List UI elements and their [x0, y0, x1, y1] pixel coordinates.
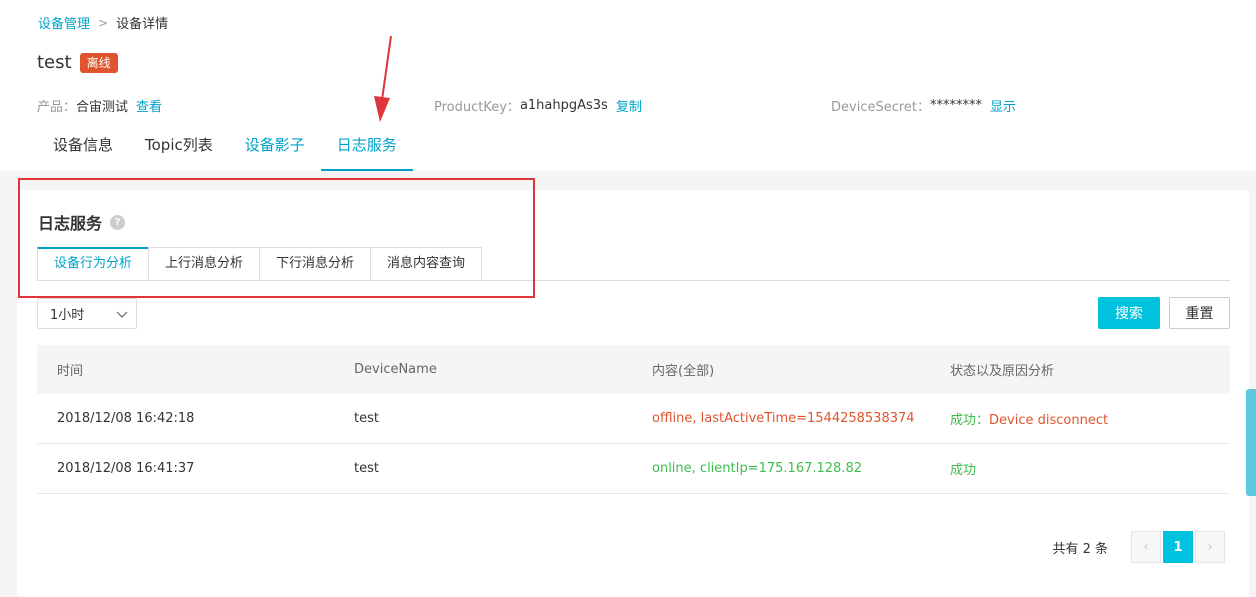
table-row: 2018/12/08 16:42:18 test offline, lastAc… [37, 394, 1230, 444]
product-value: 合宙测试 [76, 100, 129, 115]
meta-devicesecret: DeviceSecret： ******** 显示 [831, 96, 1016, 115]
subtab-message-query[interactable]: 消息内容查询 [370, 247, 483, 281]
page-title: test [37, 52, 72, 73]
breadcrumb: 设备管理 > 设备详情 [38, 13, 169, 33]
time-range-select[interactable]: 1小时 [37, 298, 137, 329]
cell-content: online, clientIp=175.167.128.82 [652, 461, 862, 476]
section-title: 日志服务 ? [38, 210, 126, 234]
table-row: 2018/12/08 16:41:37 test online, clientI… [37, 444, 1230, 494]
breadcrumb-current: 设备详情 [116, 17, 169, 32]
detail-tabs: 设备信息 Topic列表 设备影子 日志服务 [37, 125, 413, 171]
breadcrumb-device-management[interactable]: 设备管理 [38, 13, 90, 32]
productkey-label: ProductKey： [434, 100, 520, 115]
productkey-value: a1hahpgAs3s [519, 98, 608, 113]
header-device-name: DeviceName [354, 362, 437, 377]
question-icon[interactable]: ? [110, 214, 126, 230]
status-badge: 离线 [79, 52, 118, 73]
annotation-arrow-icon [374, 35, 392, 122]
subtab-upstream[interactable]: 上行消息分析 [148, 247, 261, 281]
cell-device: test [354, 411, 379, 426]
product-label: 产品： [37, 100, 77, 115]
cell-content: offline, lastActiveTime=1544258538374 [652, 411, 915, 426]
pagination-total: 共有 2 条 [1052, 541, 1108, 557]
chevron-down-icon [116, 311, 128, 318]
devicesecret-value: ******** [930, 98, 983, 113]
log-table: 时间 DeviceName 内容(全部) 状态以及原因分析 2018/12/08… [37, 345, 1230, 494]
subtab-device-behavior[interactable]: 设备行为分析 [37, 247, 150, 281]
status-success: 成功： [950, 413, 990, 428]
copy-productkey-link[interactable]: 复制 [616, 96, 642, 115]
page-number-button[interactable]: 1 [1163, 531, 1193, 563]
subtab-divider [37, 280, 1230, 281]
time-range-value: 1小时 [50, 308, 85, 323]
meta-productkey: ProductKey： a1hahpgAs3s 复制 [434, 96, 642, 115]
view-product-link[interactable]: 查看 [136, 96, 162, 115]
pagination: 共有 2 条 ‹ 1 › [1052, 531, 1225, 563]
table-header: 时间 DeviceName 内容(全部) 状态以及原因分析 [37, 345, 1230, 394]
cell-status: 成功 [950, 463, 977, 478]
search-button[interactable]: 搜索 [1098, 297, 1160, 329]
prev-page-icon[interactable]: ‹ [1131, 531, 1161, 563]
cell-time: 2018/12/08 16:42:18 [57, 411, 195, 426]
meta-product: 产品： 合宙测试 查看 [37, 96, 162, 115]
reset-button[interactable]: 重置 [1169, 297, 1230, 329]
show-secret-link[interactable]: 显示 [990, 96, 1016, 115]
status-text: 成功：Device disconnect [950, 413, 1108, 428]
header-content[interactable]: 内容(全部) [632, 360, 930, 379]
cell-status: 成功：Device disconnect [930, 409, 1230, 428]
tab-device-info[interactable]: 设备信息 [37, 125, 129, 171]
cell-device: test [354, 461, 379, 476]
feedback-side-tab[interactable] [1246, 389, 1256, 496]
tab-log-service[interactable]: 日志服务 [320, 125, 413, 171]
title-row: test 离线 [37, 52, 118, 73]
next-page-icon[interactable]: › [1195, 531, 1225, 563]
devicesecret-label: DeviceSecret： [831, 100, 931, 115]
section-title-text: 日志服务 [38, 214, 103, 233]
tab-topic-list[interactable]: Topic列表 [129, 125, 229, 171]
tab-device-shadow[interactable]: 设备影子 [229, 125, 321, 171]
subtab-downstream[interactable]: 下行消息分析 [259, 247, 372, 281]
cell-time: 2018/12/08 16:41:37 [57, 461, 195, 476]
chevron-right-icon: > [98, 15, 109, 30]
header-time: 时间 [57, 364, 84, 379]
header-status: 状态以及原因分析 [950, 364, 1055, 379]
log-subtabs: 设备行为分析 上行消息分析 下行消息分析 消息内容查询 [37, 247, 483, 281]
status-reason: Device disconnect [989, 413, 1109, 428]
